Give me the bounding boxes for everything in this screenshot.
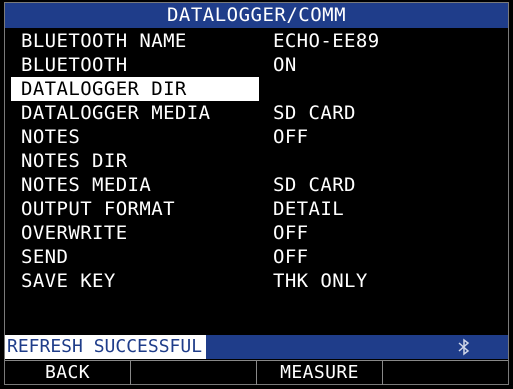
menu-item-datalogger-dir[interactable]: DATALOGGER DIR	[5, 77, 508, 101]
menu-item-datalogger-media[interactable]: DATALOGGER MEDIA SD CARD	[5, 101, 508, 125]
menu-item-label: OVERWRITE	[21, 222, 128, 244]
settings-menu: BLUETOOTH NAME ECHO-EE89 BLUETOOTH ON DA…	[5, 29, 508, 293]
menu-item-value: ON	[273, 54, 297, 76]
menu-item-label: BLUETOOTH	[21, 54, 128, 76]
menu-item-label: DATALOGGER MEDIA	[21, 102, 211, 124]
softkey-bar: BACK MEASURE	[5, 360, 508, 385]
menu-item-label: SAVE KEY	[21, 270, 116, 292]
menu-item-notes[interactable]: NOTES OFF	[5, 125, 508, 149]
menu-item-value: DETAIL	[273, 198, 345, 220]
menu-item-value: OFF	[273, 246, 309, 268]
menu-item-bluetooth-name[interactable]: BLUETOOTH NAME ECHO-EE89	[5, 29, 508, 53]
device-screen: DATALOGGER/COMM BLUETOOTH NAME ECHO-EE89…	[4, 2, 509, 385]
menu-item-send[interactable]: SEND OFF	[5, 245, 508, 269]
softkey-4[interactable]	[383, 361, 508, 385]
measure-softkey[interactable]: MEASURE	[257, 361, 383, 385]
menu-item-label: BLUETOOTH NAME	[21, 30, 187, 52]
bluetooth-icon	[456, 338, 472, 356]
menu-item-notes-media[interactable]: NOTES MEDIA SD CARD	[5, 173, 508, 197]
menu-item-label: NOTES MEDIA	[21, 174, 152, 196]
menu-item-notes-dir[interactable]: NOTES DIR	[5, 149, 508, 173]
status-bar: REFRESH SUCCESSFUL	[5, 335, 508, 359]
screen-title: DATALOGGER/COMM	[5, 3, 508, 28]
menu-item-bluetooth[interactable]: BLUETOOTH ON	[5, 53, 508, 77]
menu-item-value: ECHO-EE89	[273, 30, 380, 52]
menu-item-overwrite[interactable]: OVERWRITE OFF	[5, 221, 508, 245]
menu-item-label: NOTES DIR	[21, 150, 128, 172]
menu-item-label: DATALOGGER DIR	[11, 77, 259, 101]
menu-item-value: OFF	[273, 222, 309, 244]
menu-item-value: SD CARD	[273, 174, 356, 196]
softkey-2[interactable]	[131, 361, 257, 385]
menu-item-value: OFF	[273, 126, 309, 148]
menu-item-label: OUTPUT FORMAT	[21, 198, 175, 220]
menu-item-output-format[interactable]: OUTPUT FORMAT DETAIL	[5, 197, 508, 221]
back-softkey[interactable]: BACK	[5, 361, 131, 385]
menu-item-label: SEND	[21, 246, 69, 268]
status-message: REFRESH SUCCESSFUL	[5, 335, 207, 359]
menu-item-save-key[interactable]: SAVE KEY THK ONLY	[5, 269, 508, 293]
menu-item-label: NOTES	[21, 126, 81, 148]
menu-item-value: SD CARD	[273, 102, 356, 124]
menu-item-value: THK ONLY	[273, 270, 368, 292]
